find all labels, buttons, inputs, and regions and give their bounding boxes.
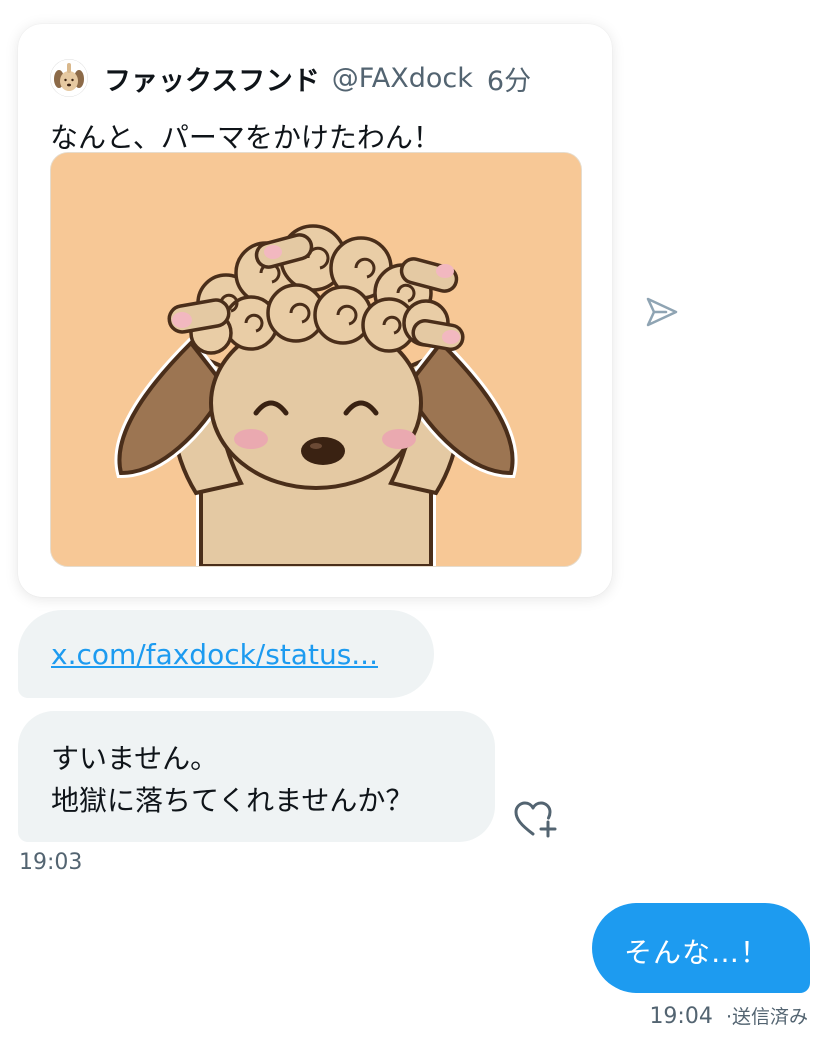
- add-reaction-heart-icon[interactable]: [513, 800, 559, 840]
- incoming-message-bubble: すいません。 地獄に落ちてくれませんか？: [18, 711, 495, 842]
- quoted-tweet-card[interactable]: ファックスフンド @FAXdock 6分 なんと、パーマをかけたわん！: [18, 24, 612, 597]
- delivery-status: 送信済み: [731, 1006, 808, 1028]
- curly-dog-illustration: [51, 153, 581, 566]
- author-handle: @FAXdock: [331, 62, 473, 94]
- tweet-image[interactable]: [50, 152, 582, 567]
- status-link[interactable]: x.com/faxdock/status...: [51, 638, 378, 671]
- tweet-header: ファックスフンド @FAXdock 6分: [50, 58, 531, 98]
- share-send-icon[interactable]: [644, 294, 680, 330]
- dog-avatar-icon[interactable]: [50, 59, 88, 97]
- outgoing-message-text: そんな…！: [624, 936, 770, 969]
- tweet-time: 6分: [486, 65, 532, 97]
- outgoing-message-bubble: そんな…！: [592, 903, 810, 993]
- message-line-2: 地獄に落ちてくれませんか？: [51, 784, 414, 817]
- message-line-1: すいません。: [51, 742, 219, 775]
- link-message-bubble: x.com/faxdock/status...: [18, 610, 434, 698]
- incoming-timestamp: 19:03: [19, 850, 83, 875]
- tweet-text: なんと、パーマをかけたわん！: [50, 121, 441, 154]
- author-name[interactable]: ファックスフンド: [104, 59, 320, 98]
- outgoing-meta: 19:04 ·送信済み: [649, 1002, 808, 1029]
- outgoing-timestamp: 19:04: [649, 1004, 713, 1029]
